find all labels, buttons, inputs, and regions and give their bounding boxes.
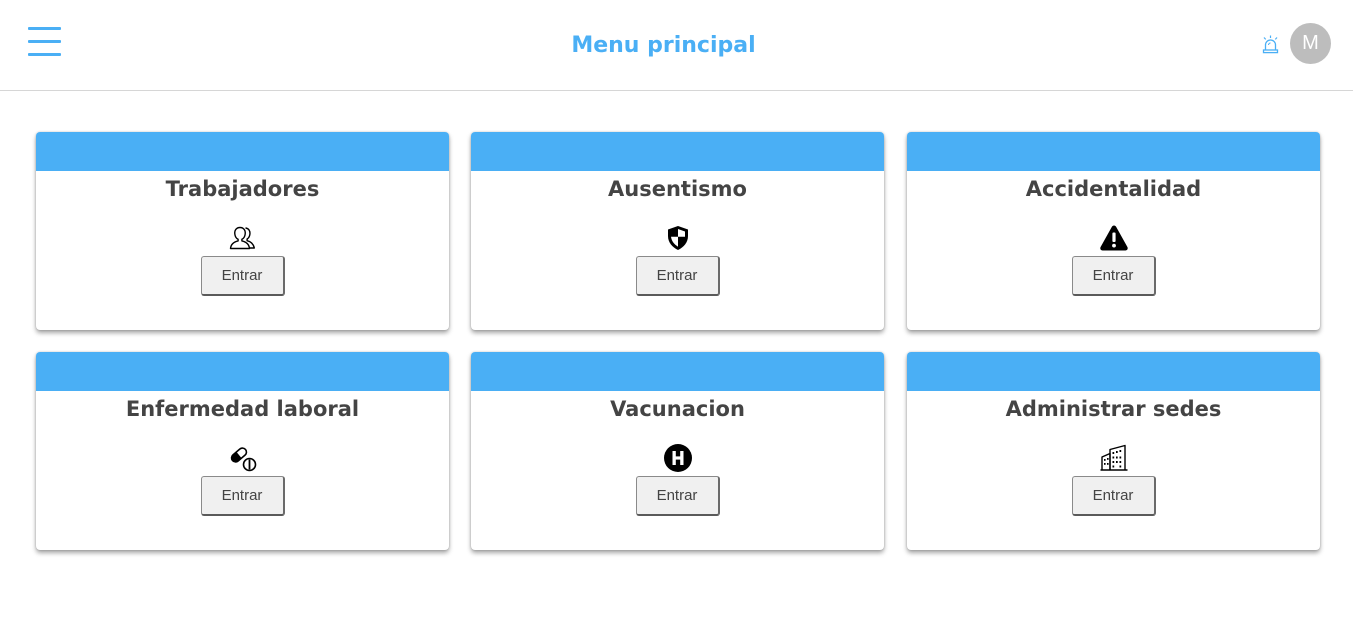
card-title: Ausentismo xyxy=(608,177,747,201)
enter-button[interactable]: Entrar xyxy=(1071,476,1156,516)
card-trabajadores: Trabajadores Entrar xyxy=(36,132,449,330)
enter-button[interactable]: Entrar xyxy=(200,256,285,296)
top-app-bar: Menu principal M xyxy=(0,0,1353,91)
card-header-bar xyxy=(907,352,1320,391)
alarm-siren-icon[interactable] xyxy=(1261,35,1280,54)
shield-icon xyxy=(667,226,688,250)
card-title: Trabajadores xyxy=(165,177,320,201)
users-icon xyxy=(229,226,255,250)
card-header-bar xyxy=(36,352,449,391)
card-title: Enfermedad laboral xyxy=(125,397,360,421)
card-administrar-sedes: Administrar sedes Entrar xyxy=(907,352,1320,550)
avatar[interactable]: M xyxy=(1290,23,1331,64)
card-header-bar xyxy=(36,132,449,171)
hospital-h-icon xyxy=(663,444,692,472)
building-icon xyxy=(1100,444,1127,471)
card-enfermedad-laboral: Enfermedad laboral Entrar xyxy=(36,352,449,550)
card-ausentismo: Ausentismo Entrar xyxy=(471,132,884,330)
card-header-bar xyxy=(907,132,1320,171)
enter-button[interactable]: Entrar xyxy=(635,256,720,296)
card-accidentalidad: Accidentalidad Entrar xyxy=(907,132,1320,330)
card-header-bar xyxy=(471,352,884,391)
card-title: Vacunacion xyxy=(610,397,745,421)
pills-icon xyxy=(230,447,256,472)
warning-triangle-icon xyxy=(1099,225,1128,251)
card-vacunacion: Vacunacion Entrar xyxy=(471,352,884,550)
enter-button[interactable]: Entrar xyxy=(200,476,285,516)
page-title: Menu principal xyxy=(571,33,756,58)
card-header-bar xyxy=(471,132,884,171)
card-title: Accidentalidad xyxy=(1025,177,1202,201)
card-title: Administrar sedes xyxy=(1005,397,1222,421)
enter-button[interactable]: Entrar xyxy=(635,476,720,516)
enter-button[interactable]: Entrar xyxy=(1071,256,1156,296)
